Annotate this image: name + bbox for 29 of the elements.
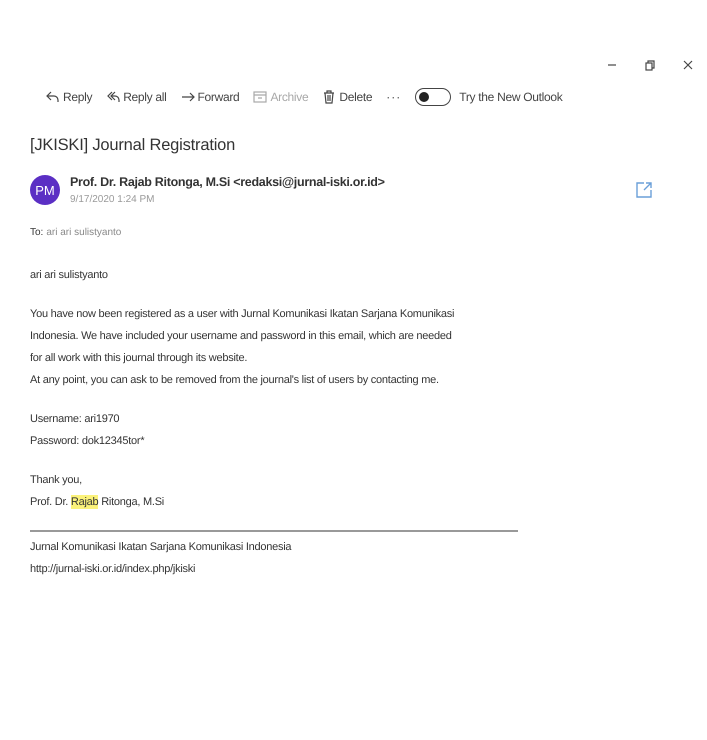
body-text: Password: dok12345tor* [30, 434, 146, 449]
recipient-name: ari ari sulistyanto [46, 227, 122, 238]
body-text: Jurnal Komunikasi Ikatan Sarjana Komunikasi Indonesia [30, 540, 292, 555]
close-icon [681, 58, 695, 72]
trash-can-icon [322, 90, 336, 104]
delete-button[interactable]: Delete [322, 88, 372, 106]
body-text: http://jurnal-iski.or.id/index.php/jkiski [30, 562, 196, 577]
body-text: You have now been registered as a user with Jurnal Komunikasi Ikatan Sarjana Komunikasi Indonesia. We have included your username and password in this email, which are needed for all work with this journal through its website. [30, 307, 455, 366]
toggle-label: Try the New Outlook [459, 90, 562, 104]
restore-icon [643, 58, 657, 72]
reply-arrow-icon [46, 90, 60, 104]
reply-all-button[interactable]: Reply all [106, 88, 167, 106]
archive-box-icon [253, 90, 268, 104]
body-text: ari ari sulistyanto [30, 268, 109, 283]
reply-button[interactable]: Reply [46, 88, 92, 106]
body-text: At any point, you can ask to be removed from the journal's list of users by contacting me. [30, 373, 440, 388]
forward-button[interactable]: Forward [180, 88, 240, 106]
more-button[interactable]: ··· [386, 88, 402, 106]
body-text: Thank you, [30, 473, 83, 488]
reply-all-arrow-icon [106, 90, 120, 104]
sender-avatar: PM [30, 175, 60, 205]
sent-date: 9/17/2020 1:24 PM [70, 194, 156, 205]
right-arrow-icon [180, 90, 195, 104]
pop-out-icon [635, 181, 653, 199]
email-subject: [JKISKI] Journal Registration [30, 136, 236, 155]
to-label: To: [30, 227, 44, 238]
sender-name: Prof. Dr. Rajab Ritonga, M.Si <redaksi@jurnal-iski.or.id> [70, 175, 386, 189]
body-text: Username: ari1970 [30, 412, 120, 427]
new-outlook-toggle[interactable] [415, 88, 452, 106]
